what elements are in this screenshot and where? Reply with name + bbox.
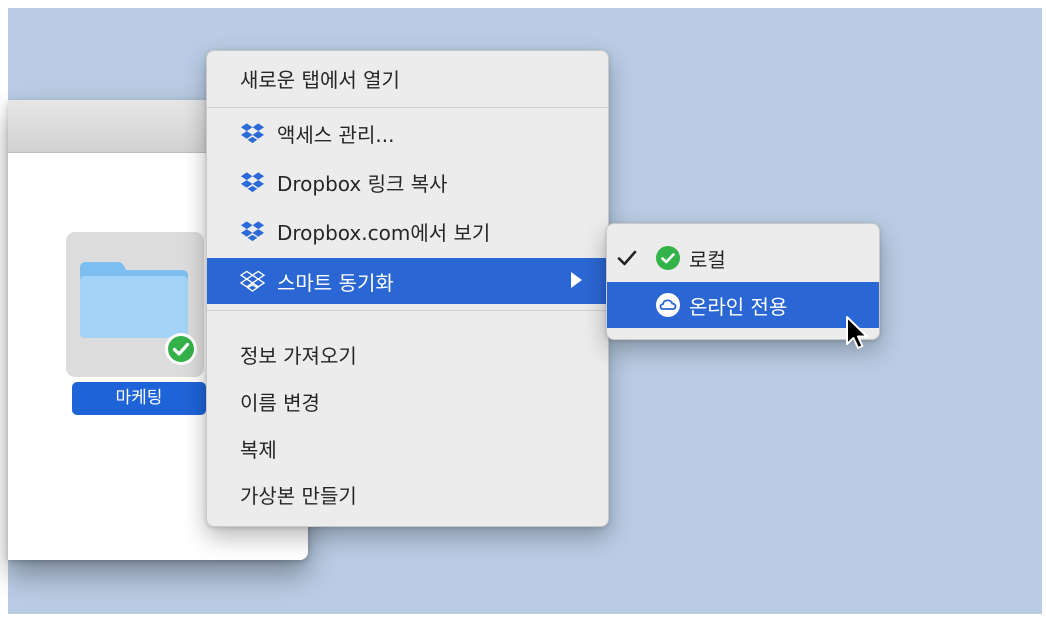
menu-item-label: 새로운 탭에서 열기 — [240, 67, 400, 92]
cloud-icon — [656, 293, 680, 317]
menu-item-label: Dropbox 링크 복사 — [277, 171, 448, 196]
menu-item-copy-dropbox-link[interactable]: Dropbox 링크 복사 — [207, 159, 608, 205]
menu-separator — [207, 107, 608, 108]
context-menu: 새로운 탭에서 열기 액세스 관리... Dropbox 링크 복사 Dropb… — [206, 50, 609, 527]
mouse-pointer-icon — [846, 316, 868, 349]
smart-sync-submenu: 로컬 온라인 전용 — [606, 223, 880, 340]
menu-item-label: 복제 — [240, 437, 277, 462]
menu-item-label: 정보 가져오기 — [240, 343, 357, 368]
menu-item-label: 가상본 만들기 — [240, 483, 357, 508]
menu-item-open-in-new-tab[interactable]: 새로운 탭에서 열기 — [207, 55, 608, 101]
folder-item-marketing[interactable] — [66, 232, 204, 377]
smart-sync-icon — [240, 270, 265, 292]
submenu-arrow-icon — [571, 272, 582, 288]
menu-separator — [207, 310, 608, 311]
menu-item-make-alias[interactable]: 가상본 만들기 — [207, 471, 608, 517]
menu-item-label: Dropbox.com에서 보기 — [277, 220, 491, 245]
submenu-item-label: 온라인 전용 — [689, 294, 788, 319]
submenu-item-online-only[interactable]: 온라인 전용 — [607, 282, 879, 328]
menu-item-label: 스마트 동기화 — [277, 270, 394, 295]
menu-item-smart-sync[interactable]: 스마트 동기화 — [207, 258, 608, 304]
green-check-icon — [656, 246, 680, 270]
menu-item-view-on-dropbox[interactable]: Dropbox.com에서 보기 — [207, 208, 608, 254]
menu-item-label: 이름 변경 — [240, 390, 320, 415]
menu-item-manage-access[interactable]: 액세스 관리... — [207, 110, 608, 156]
folder-name-label[interactable]: 마케팅 — [72, 382, 206, 415]
folder-icon — [80, 262, 188, 338]
dropbox-icon — [240, 172, 265, 193]
synced-check-badge-icon — [165, 333, 197, 365]
menu-item-rename[interactable]: 이름 변경 — [207, 378, 608, 424]
dropbox-icon — [240, 123, 265, 144]
submenu-item-label: 로컬 — [689, 247, 726, 272]
checkmark-icon — [617, 250, 637, 266]
menu-item-label: 액세스 관리... — [277, 122, 395, 147]
menu-item-get-info[interactable]: 정보 가져오기 — [207, 331, 608, 377]
submenu-item-local[interactable]: 로컬 — [607, 235, 879, 281]
menu-item-duplicate[interactable]: 복제 — [207, 425, 608, 471]
dropbox-icon — [240, 221, 265, 242]
